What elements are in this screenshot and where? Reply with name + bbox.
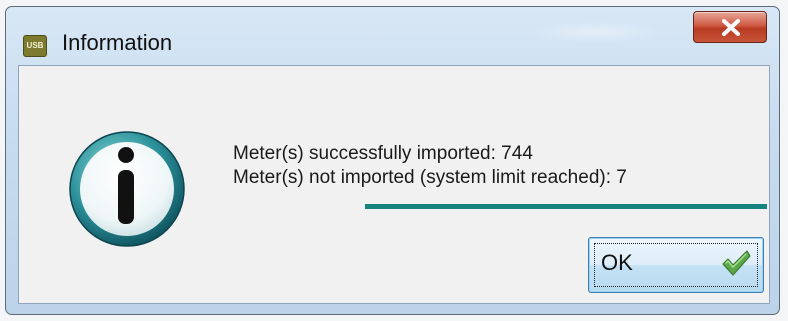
dialog-window: USB Information Meter(s) successfully im… <box>5 6 780 315</box>
separator-line <box>365 204 767 209</box>
info-icon <box>69 131 185 247</box>
message-not-imported: Meter(s) not imported (system limit reac… <box>233 167 627 188</box>
close-icon <box>722 19 740 36</box>
usb-app-icon: USB <box>23 35 47 57</box>
dialog-content: Meter(s) successfully imported: 744 Mete… <box>18 65 770 304</box>
message-imported: Meter(s) successfully imported: 744 <box>233 143 533 164</box>
title-bar-glow <box>526 21 666 43</box>
ok-button-label: OK <box>601 250 633 275</box>
title-bar[interactable]: USB Information <box>6 7 779 65</box>
window-title: Information <box>62 30 173 55</box>
close-button[interactable] <box>693 11 767 43</box>
ok-button[interactable]: OK <box>588 237 764 293</box>
check-icon <box>722 250 751 276</box>
